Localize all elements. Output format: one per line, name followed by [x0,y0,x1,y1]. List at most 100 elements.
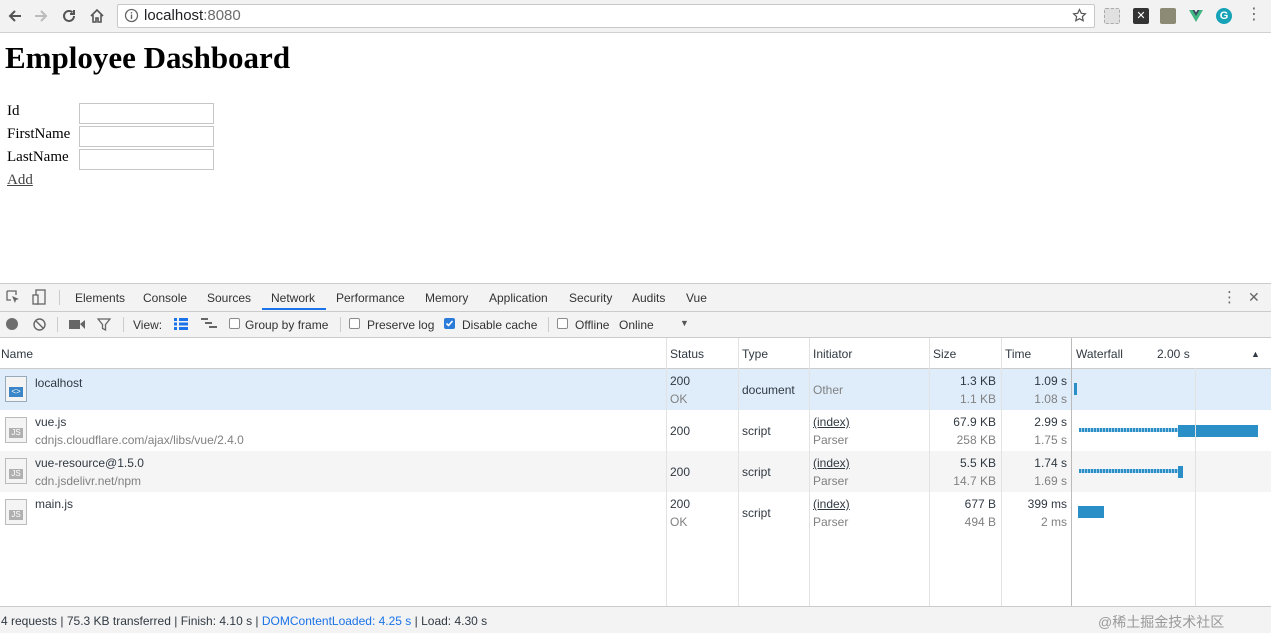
firstname-input[interactable] [79,126,214,147]
lastname-input[interactable] [79,149,214,170]
throttling-select[interactable]: Online [619,318,654,332]
disable-cache-label[interactable]: Disable cache [462,318,537,332]
add-link[interactable]: Add [7,172,33,189]
back-button[interactable] [4,5,26,27]
waterfall-overview-icon[interactable] [201,318,217,330]
dom-content-loaded-time: DOMContentLoaded: 4.25 s [261,614,412,628]
browser-toolbar: localhost:8080 ✕ G ⋮ [0,0,1271,33]
request-path: cdn.jsdelivr.net/npm [35,474,142,488]
waterfall-waiting-bar [1079,428,1178,432]
sort-ascending-icon: ▲ [1251,349,1260,359]
active-tab-indicator [262,308,326,310]
tab-network[interactable]: Network [271,291,315,305]
network-status-bar: 4 requests | 75.3 KB transferred | Finis… [0,606,1271,633]
table-row-vue-resource[interactable]: JS vue-resource@1.5.0 cdn.jsdelivr.net/n… [0,451,1271,492]
home-icon [90,8,104,23]
reload-button[interactable] [58,5,80,27]
devtools-menu-icon[interactable]: ⋮ [1222,288,1237,306]
extension-g-icon[interactable]: G [1216,8,1232,24]
offline-checkbox[interactable] [557,318,568,329]
column-name-label: Name [1,347,34,361]
js-tag-icon: JS [9,510,23,520]
disable-cache-checkbox[interactable] [444,318,455,329]
column-header-type[interactable]: Type [738,338,809,369]
preserve-log-label[interactable]: Preserve log [367,318,434,332]
tab-elements[interactable]: Elements [75,291,125,305]
request-size: 5.5 KB [959,456,996,470]
tab-audits[interactable]: Audits [632,291,665,305]
table-row-localhost[interactable]: <> localhost 200 OK document Other 1.3 K… [0,369,1271,410]
table-row-vue-js[interactable]: JS vue.js cdnjs.cloudflare.com/ajax/libs… [0,410,1271,451]
column-divider[interactable] [738,338,739,606]
info-icon [124,8,139,23]
camera-icon[interactable] [69,319,85,330]
request-status: 200 [670,465,691,479]
address-bar[interactable]: localhost:8080 [117,4,1095,28]
column-divider[interactable] [929,338,930,606]
html-tag-icon: <> [9,387,23,397]
tab-console[interactable]: Console [143,291,187,305]
column-size-label: Size [933,347,957,361]
tab-memory[interactable]: Memory [425,291,468,305]
tab-sources[interactable]: Sources [207,291,251,305]
group-by-frame-checkbox[interactable] [229,318,240,329]
menu-kebab-icon[interactable]: ⋮ [1246,7,1262,23]
tab-application[interactable]: Application [489,291,548,305]
request-size: 677 B [964,497,996,511]
extension-x-icon[interactable]: ✕ [1133,8,1149,24]
column-divider[interactable] [666,338,667,606]
column-header-time[interactable]: Time [1001,338,1072,369]
initiator-link[interactable]: (index) [813,497,850,511]
js-file-icon: JS [5,417,27,443]
initiator-type: Parser [813,433,849,447]
dropdown-arrow-icon[interactable]: ▼ [680,318,689,328]
waterfall-gridline [1195,368,1196,606]
preserve-log-checkbox[interactable] [349,318,360,329]
table-row-main-js[interactable]: JS main.js 200 OK script (index) Parser … [0,492,1271,533]
column-divider[interactable] [1001,338,1002,606]
offline-label[interactable]: Offline [575,318,609,332]
request-status: 200 [670,424,691,438]
column-header-initiator[interactable]: Initiator [809,338,929,369]
column-header-waterfall[interactable]: Waterfall 2.00 s ▲ [1072,338,1271,369]
tab-vue[interactable]: Vue [686,291,707,305]
home-button[interactable] [86,5,108,27]
separator [548,317,549,332]
column-divider[interactable] [1071,338,1072,606]
requests-count: 4 requests [1,614,58,628]
js-file-icon: JS [5,458,27,484]
column-header-status[interactable]: Status [666,338,738,369]
lastname-label: LastName [7,149,69,165]
group-by-frame-label[interactable]: Group by frame [245,318,328,332]
id-input[interactable] [79,103,214,124]
extension-grid-icon[interactable] [1160,8,1176,24]
column-header-size[interactable]: Size [929,338,1001,369]
initiator-link[interactable]: (index) [813,456,850,470]
request-status-text: OK [670,515,688,529]
filter-icon[interactable] [97,318,111,331]
request-resource-size: 494 B [964,515,996,529]
star-icon[interactable] [1072,8,1087,23]
vue-devtools-icon[interactable] [1188,8,1204,24]
initiator-link[interactable]: (index) [813,415,850,429]
forward-button[interactable] [30,5,52,27]
clear-icon[interactable] [33,318,46,331]
tab-security[interactable]: Security [569,291,612,305]
record-icon[interactable] [6,318,18,330]
js-file-icon: JS [5,499,27,525]
html-document-icon: <> [5,376,27,402]
url-host: localhost [144,7,204,24]
tab-performance[interactable]: Performance [336,291,405,305]
extension-puzzle-icon[interactable] [1104,8,1120,24]
inspect-element-icon[interactable] [6,290,20,304]
large-rows-icon[interactable] [174,318,188,330]
request-type: script [742,465,771,479]
column-initiator-label: Initiator [813,347,853,361]
column-header-name[interactable]: Name [0,338,666,369]
checkmark-icon [445,320,454,327]
close-devtools-icon[interactable]: ✕ [1248,289,1260,306]
device-toolbar-icon[interactable] [32,289,46,305]
column-divider[interactable] [809,338,810,606]
column-type-label: Type [742,347,769,361]
request-type: script [742,424,771,438]
